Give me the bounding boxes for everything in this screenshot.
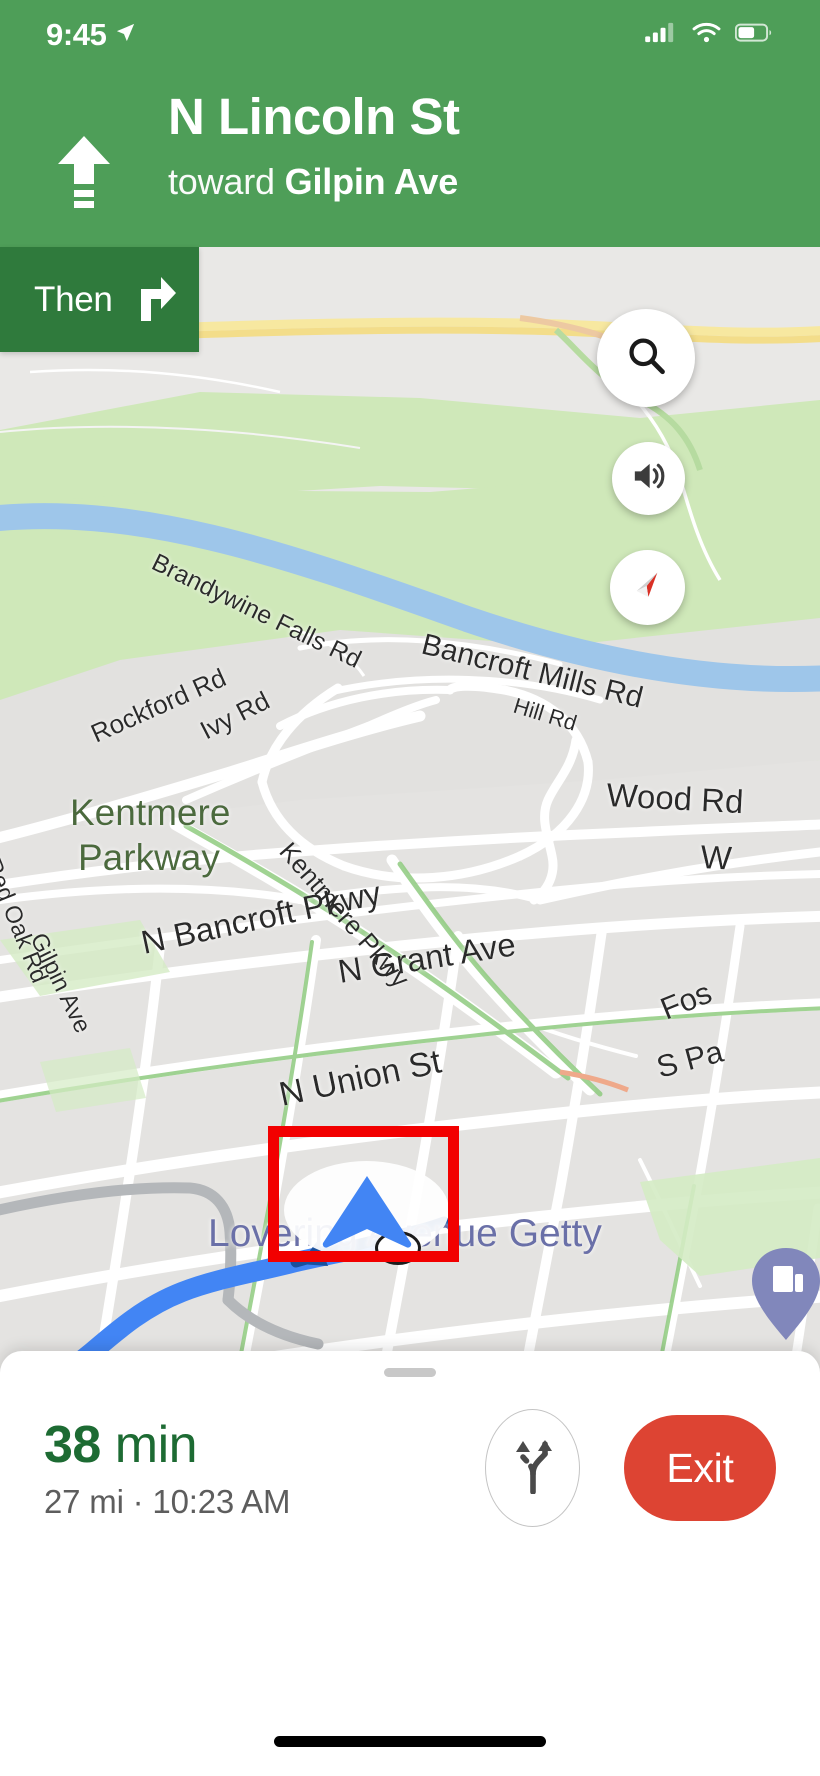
map-street-label: Parkway [78, 837, 220, 878]
eta-duration-unit: min [114, 1416, 198, 1474]
sound-button[interactable] [612, 442, 685, 515]
eta-block: 38 min 27 mi · 10:23 AM [44, 1415, 485, 1521]
navigation-screen: Brandywine Falls Rd Bancroft Mills Rd Hill… [0, 0, 820, 1776]
then-banner: Then [0, 247, 199, 352]
map-street-label: W [700, 838, 734, 877]
eta-details: 27 mi · 10:23 AM [44, 1483, 291, 1520]
map-street-label: Kentmere [70, 792, 230, 833]
speaker-volume-icon [629, 456, 669, 501]
turn-right-icon [131, 271, 179, 328]
battery-icon [734, 22, 774, 49]
map-street-label: Wood Rd [606, 776, 745, 820]
eta-duration: 38 min [44, 1415, 485, 1475]
navigation-street-name: N Lincoln St [168, 88, 460, 145]
maneuver-straight-arrow [0, 82, 168, 221]
exit-button-label: Exit [666, 1444, 734, 1491]
straight-arrow-icon [55, 134, 113, 221]
navigation-arrow-icon [114, 21, 137, 49]
cellular-signal-icon [645, 21, 678, 49]
home-indicator[interactable] [274, 1736, 546, 1747]
search-icon [624, 334, 668, 383]
compass-button[interactable] [610, 550, 685, 625]
then-label: Then [34, 279, 113, 319]
route-alternatives-button[interactable] [485, 1409, 580, 1527]
toward-prefix: toward [168, 160, 275, 202]
wifi-icon [691, 21, 722, 49]
compass-icon [628, 565, 668, 610]
eta-duration-value: 38 [44, 1416, 101, 1474]
status-bar-time: 9:45 [46, 17, 107, 52]
sheet-grabber[interactable] [384, 1368, 436, 1377]
bottom-sheet[interactable]: 38 min 27 mi · 10:23 AM Exit [0, 1351, 820, 1776]
navigation-toward: toward Gilpin Ave [168, 161, 459, 203]
search-button[interactable] [597, 309, 695, 407]
highlight-box [268, 1126, 459, 1262]
exit-button[interactable]: Exit [624, 1415, 776, 1521]
navigation-header: 9:45 N Lincoln St toward Gilpin Ave [0, 0, 820, 247]
route-alternatives-icon [509, 1438, 557, 1499]
status-bar: 9:45 [0, 0, 820, 70]
toward-street: Gilpin Ave [284, 160, 459, 202]
